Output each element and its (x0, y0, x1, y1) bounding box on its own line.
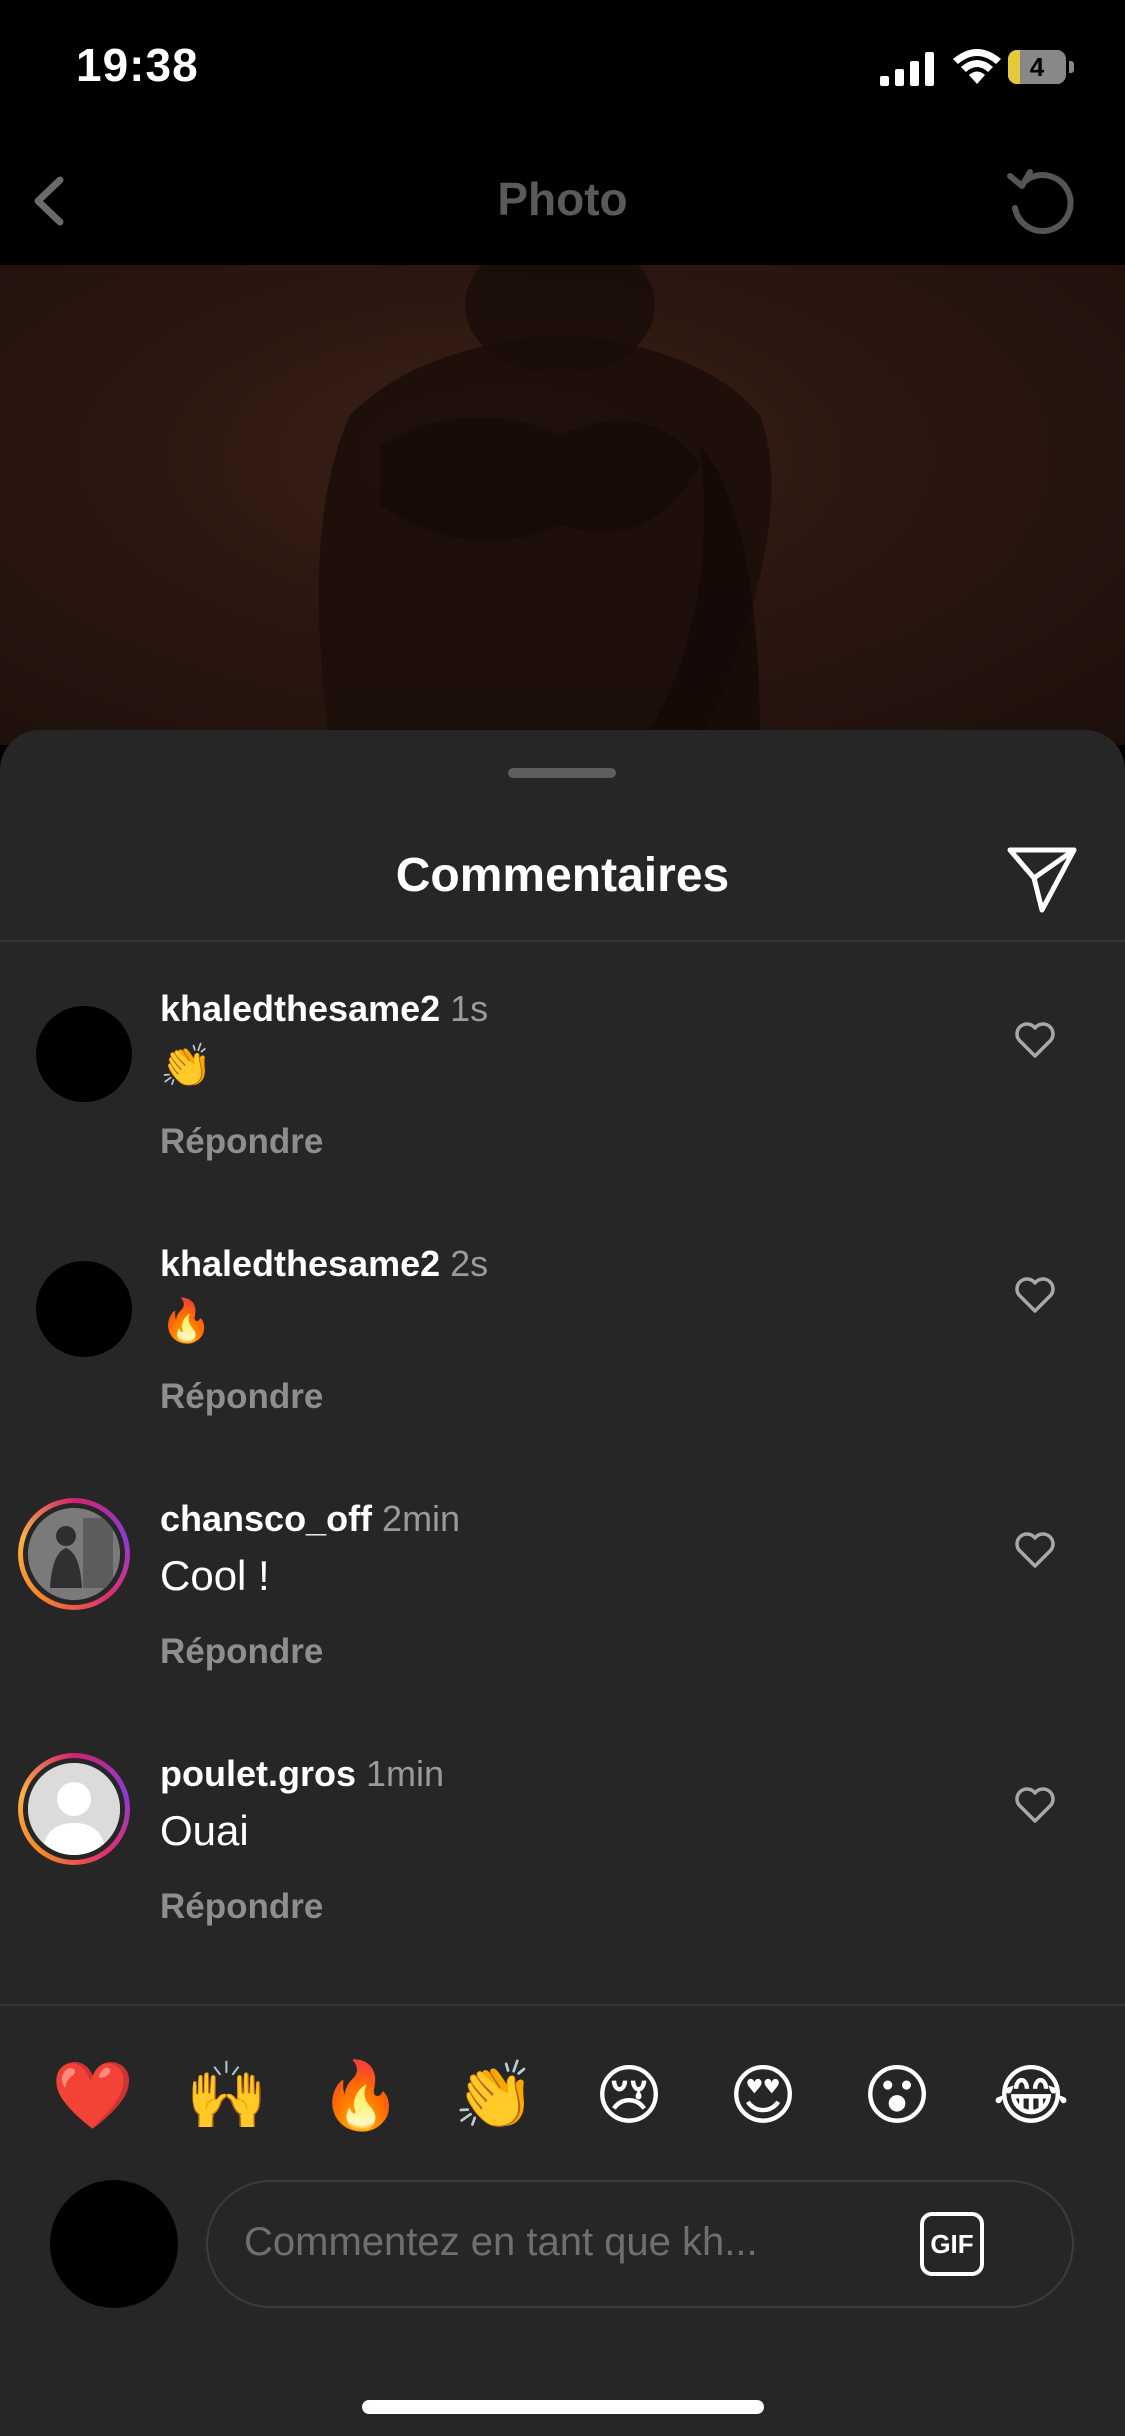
comment-text: Ouai (160, 1807, 249, 1854)
header-divider (0, 940, 1125, 942)
heart-icon[interactable] (1014, 1020, 1056, 1060)
current-user-avatar (50, 2180, 178, 2308)
comment-time: 1min (366, 1753, 445, 1794)
comment-header: chansco_off 2min (160, 1498, 460, 1540)
default-avatar-icon (28, 1763, 120, 1855)
post-photo[interactable] (0, 265, 1125, 745)
avatar[interactable] (36, 1261, 132, 1357)
status-bar: 19:38 4 (0, 0, 1125, 140)
drag-handle[interactable] (508, 768, 616, 778)
comment-item: poulet.gros 1min Ouai Répondre (0, 1745, 1125, 1965)
reply-button[interactable]: Répondre (160, 1887, 323, 1927)
reaction-fire[interactable]: 🔥 (306, 2040, 416, 2150)
reaction-heart-eyes[interactable]: 😍 (708, 2040, 818, 2150)
wifi-icon (953, 49, 1001, 84)
composer-divider (0, 2004, 1125, 2006)
reaction-heart[interactable]: ❤️ (38, 2040, 148, 2150)
comment-input[interactable]: Commentez en tant que kh... GIF (206, 2180, 1074, 2308)
page-title: Photo (497, 173, 628, 225)
heart-icon[interactable] (1014, 1785, 1056, 1825)
comment-username[interactable]: poulet.gros (160, 1753, 356, 1794)
comment-header: khaledthesame2 1s (160, 988, 488, 1030)
reaction-laughing[interactable]: 😂 (976, 2040, 1086, 2150)
comment-text: Cool ! (160, 1552, 270, 1599)
reaction-surprised[interactable]: 😮 (842, 2040, 952, 2150)
status-time: 19:38 (76, 39, 199, 91)
photo-content (318, 265, 772, 745)
reaction-clapping[interactable]: 👏 (440, 2040, 550, 2150)
comment-time: 1s (450, 988, 489, 1029)
sheet-title: Commentaires (395, 849, 730, 902)
comments-sheet: Commentaires khaledthesame2 1s 👏 Répondre… (0, 730, 1125, 2436)
reply-button[interactable]: Répondre (160, 1632, 323, 1672)
comment-text: 👏 (160, 1042, 213, 1089)
refresh-icon[interactable] (1000, 160, 1084, 244)
heart-icon[interactable] (1014, 1275, 1056, 1315)
comment-item: chansco_off 2min Cool ! Répondre (0, 1490, 1125, 1710)
avatar[interactable] (18, 1753, 130, 1865)
comment-time: 2s (450, 1243, 489, 1284)
reaction-crying[interactable]: 😢 (574, 2040, 684, 2150)
reply-button[interactable]: Répondre (160, 1122, 323, 1162)
comment-username[interactable]: khaledthesame2 (160, 988, 440, 1029)
battery-indicator: 4 (1008, 50, 1074, 84)
reply-button[interactable]: Répondre (160, 1377, 323, 1417)
avatar[interactable] (36, 1006, 132, 1102)
quick-reactions-bar: ❤️ 🙌 🔥 👏 😢 😍 😮 😂 (0, 2040, 1125, 2150)
comment-input-placeholder: Commentez en tant que kh... (244, 2220, 758, 2264)
avatar[interactable] (18, 1498, 130, 1610)
home-indicator[interactable] (362, 2400, 764, 2414)
comment-header: khaledthesame2 2s (160, 1243, 488, 1285)
comment-header: poulet.gros 1min (160, 1753, 444, 1795)
top-nav: Photo (0, 140, 1125, 265)
comment-username[interactable]: chansco_off (160, 1498, 372, 1539)
reaction-raising-hands[interactable]: 🙌 (172, 2040, 282, 2150)
send-icon[interactable] (1004, 840, 1080, 916)
battery-percent: 4 (1029, 52, 1045, 82)
comment-item: khaledthesame2 2s 🔥 Répondre (0, 1235, 1125, 1455)
cellular-signal-icon (880, 52, 934, 86)
profile-photo (28, 1508, 120, 1600)
comment-text: 🔥 (160, 1297, 213, 1344)
comment-time: 2min (382, 1498, 461, 1539)
comment-item: khaledthesame2 1s 👏 Répondre (0, 980, 1125, 1200)
comment-username[interactable]: khaledthesame2 (160, 1243, 440, 1284)
gif-button[interactable]: GIF (920, 2212, 984, 2276)
heart-icon[interactable] (1014, 1530, 1056, 1570)
